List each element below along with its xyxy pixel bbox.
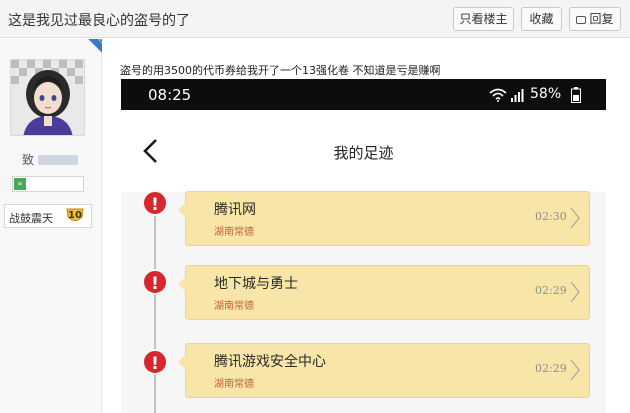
thread-header: 这是我见过最良心的盗号的了 只看楼主 收藏 回复 bbox=[0, 0, 630, 38]
reply-button-label: 回复 bbox=[589, 12, 614, 26]
favorite-button[interactable]: 收藏 bbox=[521, 7, 562, 31]
entry-name: 地下城与勇士 bbox=[214, 276, 298, 292]
only-op-button[interactable]: 只看楼主 bbox=[453, 7, 514, 31]
thread-title: 这是我见过最良心的盗号的了 bbox=[8, 13, 190, 29]
entry-time: 02:29 bbox=[535, 362, 567, 375]
footprint-entry[interactable]: 腾讯游戏安全中心 湖南常德 02:29 bbox=[178, 343, 590, 398]
page-title: 我的足迹 bbox=[333, 144, 394, 162]
entry-location: 湖南常德 bbox=[214, 379, 254, 390]
level-bar: » bbox=[12, 176, 84, 192]
timeline-line bbox=[154, 192, 156, 413]
footprint-entry[interactable]: 地下城与勇士 湖南常德 02:29 bbox=[178, 265, 590, 320]
status-bar: 08:25 58% bbox=[121, 79, 606, 110]
alert-icon: ! bbox=[142, 349, 168, 375]
phone-screenshot: 08:25 58% 我的足迹 ! 腾讯网 湖南常德 02:30 ! 地下城与勇士… bbox=[121, 79, 606, 413]
entry-time: 02:29 bbox=[535, 284, 567, 297]
alert-icon: ! bbox=[142, 190, 168, 216]
battery-percent: 58% bbox=[530, 86, 562, 102]
phone-navbar: 我的足迹 bbox=[121, 110, 606, 192]
reply-button[interactable]: 回复 bbox=[569, 7, 621, 31]
owner-badge: 楼主 bbox=[77, 39, 102, 65]
chevron-right-icon bbox=[570, 359, 580, 381]
entry-time: 02:30 bbox=[535, 210, 567, 223]
user-sidebar: 楼主 致 » 战鼓震天 10 bbox=[0, 39, 102, 413]
battery-icon bbox=[571, 87, 581, 103]
chevron-right-icon bbox=[570, 281, 580, 303]
status-icons: 58% bbox=[489, 86, 599, 103]
entry-name: 腾讯网 bbox=[214, 202, 256, 218]
entry-location: 湖南常德 bbox=[214, 301, 254, 312]
chevron-right-icon bbox=[570, 207, 580, 229]
rank-box: 战鼓震天 10 bbox=[4, 204, 92, 228]
username-text: 致 bbox=[21, 153, 34, 167]
username[interactable]: 致 bbox=[0, 151, 100, 168]
entry-location: 湖南常德 bbox=[214, 227, 254, 238]
post-caption: 盗号的用3500的代币券给我开了一个13强化卷 不知道是亏是赚啊 bbox=[120, 64, 441, 77]
entry-name: 腾讯游戏安全中心 bbox=[214, 354, 326, 370]
footprint-entry[interactable]: 腾讯网 湖南常德 02:30 bbox=[178, 191, 590, 246]
rank-label: 战鼓震天 bbox=[9, 212, 53, 225]
level-icon: » bbox=[14, 178, 26, 190]
reply-icon bbox=[576, 16, 587, 24]
owner-badge-wrap: 楼主 bbox=[0, 39, 102, 159]
signal-icon bbox=[511, 89, 524, 102]
wifi-icon bbox=[489, 88, 507, 102]
rank-level: 10 bbox=[68, 210, 82, 221]
alert-icon: ! bbox=[142, 269, 168, 295]
status-time: 08:25 bbox=[148, 86, 192, 104]
username-redacted bbox=[38, 155, 78, 165]
